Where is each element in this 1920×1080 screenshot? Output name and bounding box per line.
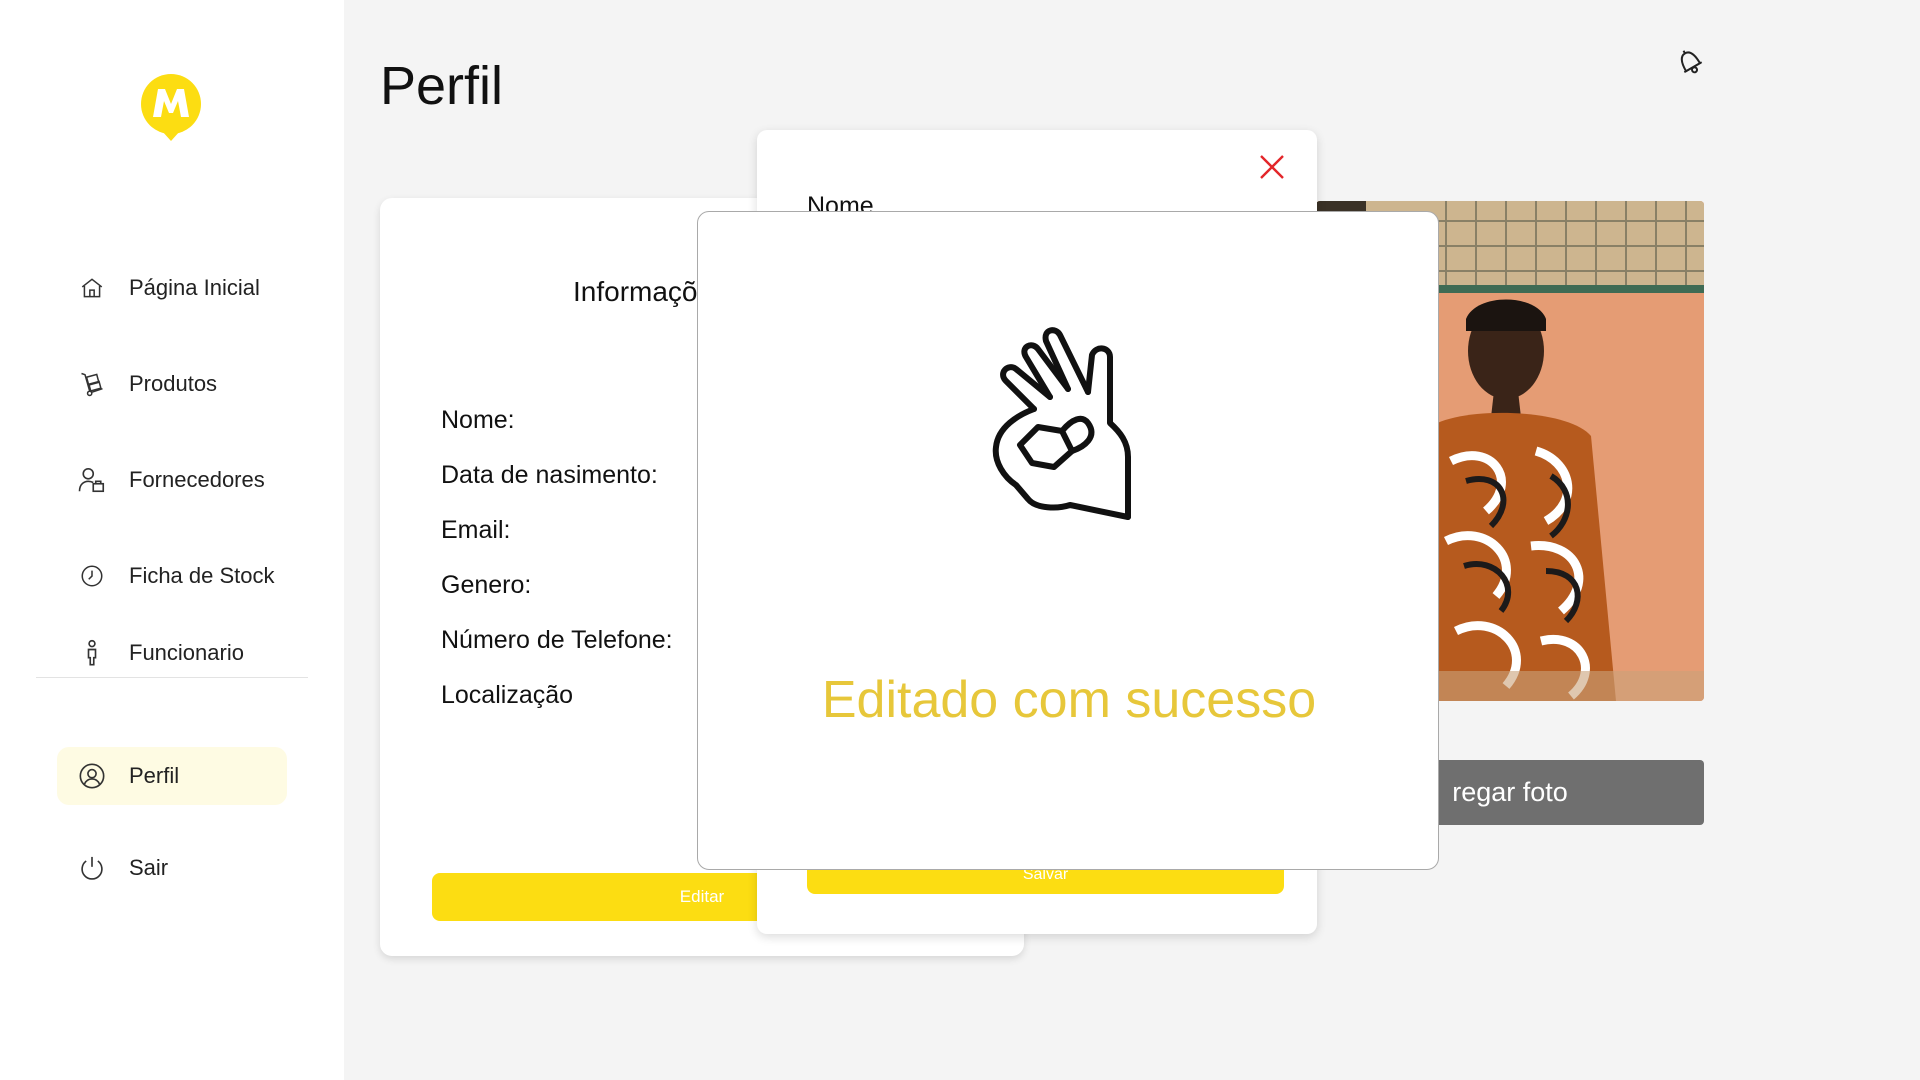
close-icon[interactable]	[1257, 152, 1287, 182]
info-label-genero: Genero:	[441, 571, 532, 599]
power-icon	[77, 853, 107, 883]
sidebar-item-sair[interactable]: Sair	[57, 839, 287, 897]
supplier-user-icon	[77, 465, 107, 495]
upload-photo-label: regar foto	[1452, 777, 1568, 807]
info-card-title: Informaçõ	[573, 276, 698, 307]
ok-hand-icon	[988, 327, 1138, 522]
sidebar-item-label: Produtos	[129, 371, 218, 396]
hand-truck-icon	[77, 369, 107, 399]
home-icon	[77, 273, 107, 303]
sidebar-item-label: Ficha de Stock	[129, 563, 275, 588]
success-modal: Editado com sucesso	[697, 211, 1439, 870]
sidebar-item-label: Fornecedores	[129, 467, 265, 492]
sidebar-item-fornecedores[interactable]: Fornecedores	[57, 451, 287, 509]
sidebar-item-label: Perfil	[129, 763, 180, 788]
sidebar: Página Inicial Produtos Fornecedores Fic…	[0, 0, 344, 1080]
clock-icon	[77, 561, 107, 591]
brand-logo-icon[interactable]	[138, 71, 204, 143]
sidebar-item-label: Página Inicial	[129, 275, 260, 300]
sidebar-item-label: Funcionario	[129, 640, 244, 665]
info-label-localizacao: Localização	[441, 681, 574, 709]
sidebar-item-funcionario[interactable]: Funcionario	[57, 624, 287, 682]
user-circle-icon	[77, 761, 107, 791]
bell-icon[interactable]	[1672, 44, 1708, 80]
info-label-nome: Nome:	[441, 406, 515, 434]
info-label-email: Email:	[441, 516, 511, 544]
info-label-data-nascimento: Data de nasimento:	[441, 461, 658, 489]
sidebar-item-perfil[interactable]: Perfil	[57, 747, 287, 805]
info-label-telefone: Número de Telefone:	[441, 626, 673, 654]
sidebar-item-pagina-inicial[interactable]: Página Inicial	[57, 259, 287, 317]
nav-divider	[36, 677, 308, 678]
sidebar-item-produtos[interactable]: Produtos	[57, 355, 287, 413]
sidebar-item-ficha-de-stock[interactable]: Ficha de Stock	[57, 547, 287, 605]
person-icon	[77, 638, 107, 668]
sidebar-item-label: Sair	[129, 855, 169, 880]
page-title: Perfil	[380, 56, 504, 116]
success-message: Editado com sucesso	[821, 671, 1317, 729]
